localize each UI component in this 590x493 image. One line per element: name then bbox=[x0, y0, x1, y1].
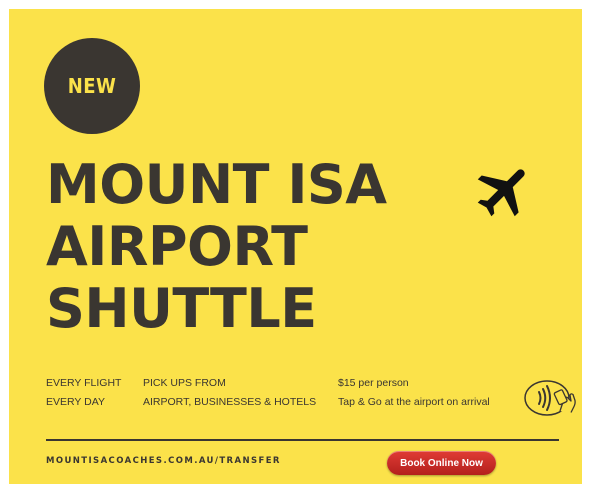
shuttle-poster: NEW MOUNT ISA AIRPORT SHUTTLE EVERY FLIG… bbox=[9, 9, 582, 484]
info-frequency-line-2: EVERY DAY bbox=[46, 396, 105, 408]
new-badge-label: NEW bbox=[67, 74, 117, 98]
new-badge: NEW bbox=[44, 38, 140, 134]
book-online-button[interactable]: Book Online Now bbox=[387, 451, 496, 475]
website-url[interactable]: MOUNTISACOACHES.COM.AU/TRANSFER bbox=[46, 456, 281, 466]
airplane-icon bbox=[477, 169, 525, 217]
title-line-1: MOUNT ISA bbox=[46, 153, 387, 216]
footer-divider bbox=[46, 439, 559, 441]
info-frequency: EVERY FLIGHT EVERY DAY bbox=[46, 374, 121, 412]
contactless-payment-icon bbox=[524, 380, 576, 416]
title-line-3: SHUTTLE bbox=[46, 277, 317, 340]
info-price-line-2: Tap & Go at the airport on arrival bbox=[338, 396, 490, 408]
info-pickups-line-2: AIRPORT, BUSINESSES & HOTELS bbox=[143, 396, 317, 408]
info-price-line-1: $15 per person bbox=[338, 377, 409, 389]
info-frequency-line-1: EVERY FLIGHT bbox=[46, 377, 122, 389]
title-line-2: AIRPORT bbox=[46, 215, 308, 278]
poster-title: MOUNT ISA AIRPORT SHUTTLE bbox=[46, 154, 387, 340]
info-price: $15 per person Tap & Go at the airport o… bbox=[338, 374, 490, 412]
info-pickups-line-1: PICK UPS FROM bbox=[143, 377, 226, 389]
info-pickups: PICK UPS FROM AIRPORT, BUSINESSES & HOTE… bbox=[143, 374, 316, 412]
